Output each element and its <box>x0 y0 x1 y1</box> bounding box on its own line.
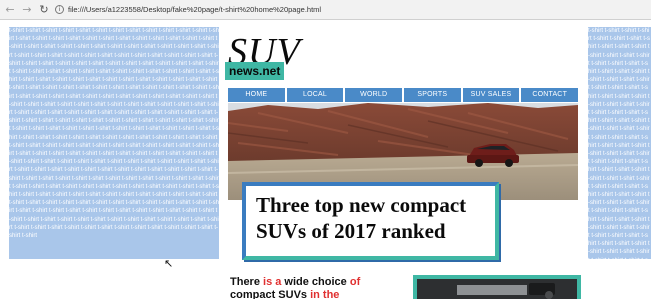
info-icon[interactable]: i <box>55 5 64 14</box>
arrow-left-icon: ← <box>5 3 15 16</box>
url-text[interactable]: file:///Users/a1223558/Desktop/fake%20pa… <box>68 5 321 14</box>
nav-world[interactable]: WORLD <box>345 88 403 102</box>
nav-local[interactable]: LOCAL <box>286 88 344 102</box>
headline-line-2: SUVs of 2017 ranked <box>256 219 446 243</box>
mouse-cursor-icon: ↖ <box>164 257 174 270</box>
side-image <box>417 279 577 299</box>
intro-highlight: in the <box>310 289 340 299</box>
intro-text: wide choice <box>281 276 350 288</box>
background-text-left: t-shirt t-shirt t-shirt t-shirt t-shirt … <box>9 27 219 259</box>
headline-box[interactable]: Three top new compact SUVs of 2017 ranke… <box>242 182 499 260</box>
reload-button[interactable]: ↻ <box>37 3 51 17</box>
nav-sports[interactable]: SPORTS <box>404 88 461 102</box>
nav-home[interactable]: HOME <box>228 88 285 102</box>
intro-paragraph: There is a wide choice of compact SUVs i… <box>230 276 390 299</box>
intro-highlight: of <box>349 276 361 288</box>
intro-highlight: is a <box>263 276 282 288</box>
main-nav: HOME LOCAL WORLD SPORTS SUV SALES CONTAC… <box>228 88 579 102</box>
site-logo[interactable]: SUV news.net <box>225 32 305 82</box>
background-text-right: t-shirt t-shirt t-shirt t-shirt t-shirt … <box>588 27 651 259</box>
nav-contact[interactable]: CONTACT <box>521 88 579 102</box>
address-bar[interactable]: i file:///Users/a1223558/Desktop/fake%20… <box>55 3 321 17</box>
intro-text: There <box>230 276 264 288</box>
nav-suv-sales[interactable]: SUV SALES <box>462 88 520 102</box>
arrow-right-icon: → <box>22 3 32 16</box>
logo-news-net: news.net <box>225 62 285 80</box>
browser-toolbar: ← → ↻ i file:///Users/a1223558/Desktop/f… <box>0 0 651 20</box>
headline-line-1: Three top new compact <box>256 193 467 217</box>
reload-icon: ↻ <box>39 3 49 16</box>
side-image-frame <box>413 275 581 299</box>
forward-button[interactable]: → <box>20 3 34 17</box>
intro-text: compact SUVs <box>230 289 311 299</box>
back-button[interactable]: ← <box>3 3 17 17</box>
